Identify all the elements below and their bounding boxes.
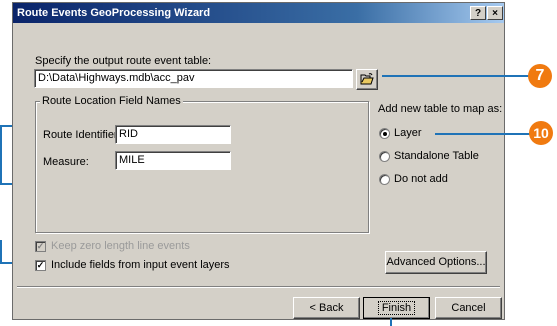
- output-table-label: Specify the output route event table:: [35, 55, 212, 67]
- browse-button[interactable]: [356, 69, 378, 90]
- standalone-table-radio[interactable]: [379, 151, 390, 162]
- add-table-label: Add new table to map as:: [378, 103, 503, 115]
- zero-length-checkbox: ✓: [35, 241, 46, 252]
- do-not-add-radio[interactable]: [379, 174, 390, 185]
- finish-button-label: Finish: [377, 301, 416, 315]
- advanced-options-button[interactable]: Advanced Options...: [385, 251, 487, 274]
- title-bar: Route Events GeoProcessing Wizard ? ×: [13, 3, 504, 23]
- layer-radio[interactable]: [379, 128, 390, 139]
- close-button[interactable]: ×: [487, 6, 503, 20]
- route-identifier-field[interactable]: RID: [115, 125, 231, 144]
- browse-leader-line: [382, 75, 532, 77]
- do-not-add-radio-label[interactable]: Do not add: [394, 173, 448, 185]
- wizard-dialog: Route Events GeoProcessing Wizard ? × Sp…: [12, 2, 505, 320]
- finish-leader-line: [390, 318, 392, 326]
- open-folder-icon: [360, 73, 374, 85]
- browse-callout: 7: [528, 64, 552, 88]
- output-table-field[interactable]: D:\Data\Highways.mdb\acc_pav: [34, 69, 353, 88]
- layer-callout: 10: [529, 121, 553, 145]
- route-location-group-title: Route Location Field Names: [40, 95, 183, 107]
- divider: [17, 286, 500, 288]
- measure-field[interactable]: MILE: [115, 151, 231, 170]
- window-title: Route Events GeoProcessing Wizard: [17, 7, 211, 19]
- cancel-button[interactable]: Cancel: [435, 297, 502, 319]
- measure-label: Measure:: [43, 156, 89, 168]
- route-identifier-label: Route Identifier:: [43, 129, 121, 141]
- layer-leader-line: [435, 133, 535, 135]
- include-fields-checkbox[interactable]: ✓: [35, 260, 46, 271]
- finish-button[interactable]: Finish: [363, 297, 430, 319]
- include-fields-label[interactable]: Include fields from input event layers: [51, 259, 230, 271]
- back-button[interactable]: < Back: [293, 297, 360, 319]
- layer-radio-label[interactable]: Layer: [394, 127, 422, 139]
- zero-length-label: Keep zero length line events: [51, 240, 190, 252]
- standalone-table-radio-label[interactable]: Standalone Table: [394, 150, 479, 162]
- help-button[interactable]: ?: [470, 6, 486, 20]
